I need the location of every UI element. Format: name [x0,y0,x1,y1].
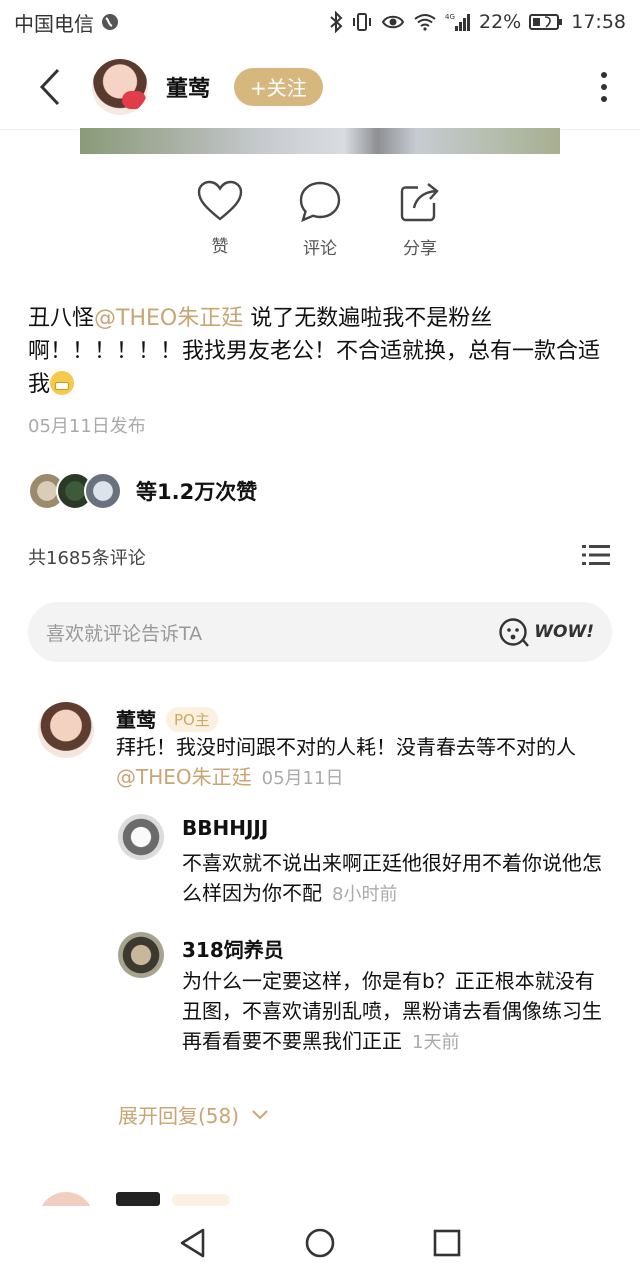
comment-button[interactable]: 评论 [296,180,344,259]
sort-menu-icon[interactable] [582,544,610,566]
reply-text: 为什么一定要这样，你是有b？正正根本就没有丑图，不喜欢请别乱喷，黑粉请去看偶像练… [182,969,602,1053]
share-button[interactable]: 分享 [396,180,444,259]
eye-icon [381,13,405,31]
comment-time: 05月11日 [261,768,344,789]
post-prefix: 丑八怪 [28,306,95,331]
heart-icon [197,180,243,221]
reply-item: BBHHJJJ 不喜欢就不说出来啊正廷他很好用不着你说他怎么样因为你不配 8小时前 [118,814,618,914]
back-button[interactable] [20,57,80,117]
reply-item: 318饲养员 为什么一定要这样，你是有b？正正根本就没有丑图，不喜欢请别乱喷，黑… [118,932,618,1082]
post-date: 05月11日发布 [28,416,146,437]
comment-count: 共1685条评论 [28,548,146,569]
author-avatar[interactable] [92,58,148,115]
expand-replies-button[interactable]: 展开回复(58) [118,1100,269,1129]
vibrate-icon [351,11,373,33]
post-actions: 赞 评论 分享 [0,180,640,259]
author-badge: PO主 [166,707,218,732]
comment-item: 董莺 PO主 拜托！我没时间跟不对的人耗！没青春去等不对的人@THEO朱正廷 05月… [38,702,618,792]
status-bar: 中国电信 4G 22% 17:58 [0,0,640,44]
replier-avatar[interactable] [118,814,164,860]
reply-time: 1天前 [412,1032,460,1053]
like-button[interactable]: 赞 [196,180,244,259]
carrier-label: 中国电信 [14,11,94,36]
replier-name[interactable]: BBHHJJJ [182,816,268,840]
back-triangle-icon[interactable] [178,1227,208,1259]
liker-avatar [84,472,122,510]
signal-icon: 4G [445,12,471,32]
battery-percent: 22% [479,11,522,33]
expand-replies-label: 展开回复(58) [118,1104,240,1128]
battery-icon [529,13,563,31]
system-nav-bar [0,1206,640,1280]
comment-text: 拜托！我没时间跟不对的人耗！没青春去等不对的人@THEO朱正廷 05月11日 [116,735,576,789]
wow-button[interactable]: WOW! [498,616,594,648]
comment-input[interactable]: 喜欢就评论告诉TA WOW! [28,602,612,662]
bluetooth-icon [329,11,343,33]
wow-label: WOW! [534,622,594,642]
wifi-icon [413,13,437,31]
comment-mention-link[interactable]: @THEO朱正廷 [116,765,252,789]
post-photo[interactable] [80,128,560,154]
like-label: 赞 [211,237,229,257]
reply-text: 不喜欢就不说出来啊正廷他很好用不着你说他怎么样因为你不配 8小时前 [182,851,602,905]
author-name[interactable]: 董莺 [166,71,210,103]
post-content: 丑八怪@THEO朱正廷 说了无数遍啦我不是粉丝啊！！！！！！我找男友老公！不合适… [28,302,612,401]
chevron-left-icon [39,68,60,105]
post-mention-link[interactable]: @THEO朱正廷 [94,306,243,331]
grinning-emoji-icon [50,371,75,395]
top-nav: 董莺 +关注 [0,44,640,130]
wow-face-icon [499,618,530,647]
globe-icon [100,12,120,32]
replier-name[interactable]: 318饲养员 [182,934,284,963]
comment-placeholder: 喜欢就评论告诉TA [46,622,203,645]
commenter-name[interactable]: 董莺 PO主 [116,704,218,733]
next-comment-partial [38,1192,618,1206]
reply-time: 8小时前 [332,884,398,905]
more-options-button[interactable] [592,67,616,107]
chevron-down-icon [252,1109,268,1119]
svg-text:4G: 4G [445,13,455,21]
comment-label: 评论 [303,239,337,259]
clock: 17:58 [571,11,626,33]
share-label: 分享 [403,239,437,259]
recents-square-icon[interactable] [432,1228,462,1258]
speech-bubble-icon [299,181,341,223]
share-icon [400,183,439,222]
follow-button[interactable]: +关注 [234,67,323,106]
likers-row[interactable]: 等1.2万次赞 [28,472,257,510]
commenter-avatar[interactable] [38,702,94,758]
likes-count: 等1.2万次赞 [136,480,258,504]
replier-avatar[interactable] [118,932,164,978]
home-circle-icon[interactable] [304,1227,336,1259]
